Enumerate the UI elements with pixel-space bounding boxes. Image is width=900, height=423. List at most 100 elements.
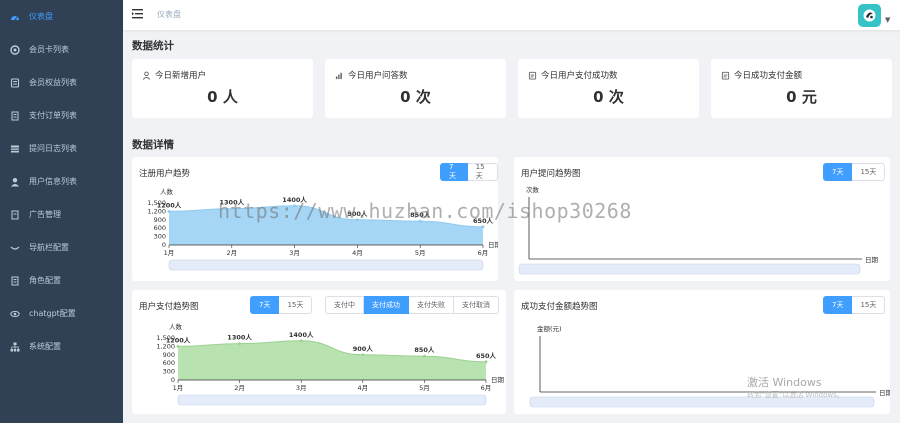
x-tick-label: 2月 xyxy=(234,384,245,392)
stat-value: 0 次 xyxy=(400,88,431,106)
sidebar-item[interactable]: 会员卡列表 xyxy=(0,33,123,66)
data-label: 850人 xyxy=(414,345,435,354)
register-trend-chart: 人数03006009001,2001,5001月 2月 3月 4月 5月 6月日期1200… xyxy=(147,187,498,271)
y-tick-label: 900 xyxy=(154,216,166,224)
sidebar-item-label: 提问日志列表 xyxy=(29,144,77,153)
y-tick-label: 600 xyxy=(154,224,166,232)
data-label: 1300人 xyxy=(220,198,245,207)
data-label: 900人 xyxy=(347,209,368,218)
y-tick-label: 900 xyxy=(163,351,175,359)
y-axis-label: 人数 xyxy=(160,187,174,196)
role-icon xyxy=(10,276,20,286)
x-tick-label: 1月 xyxy=(164,249,175,257)
data-point xyxy=(361,353,365,357)
hamburger-icon[interactable] xyxy=(132,8,144,20)
stat-label: 今日用户支付成功数 xyxy=(528,69,618,81)
data-label: 1400人 xyxy=(282,195,307,204)
x-axis-label: 日期 xyxy=(879,389,890,397)
sidebar: 仪表盘会员卡列表会员权益列表支付订单列表提问日志列表 用户信息列表 广告管理导航栏配… xyxy=(0,0,123,423)
sidebar-item[interactable]: 用户信息列表 xyxy=(0,165,123,198)
x-tick-label: 5月 xyxy=(415,249,426,257)
x-tick-label: 5月 xyxy=(419,384,430,392)
data-zoom-slider[interactable] xyxy=(518,263,861,275)
x-tick-label: 2月 xyxy=(226,249,237,257)
stat-label-text: 今日用户问答数 xyxy=(348,71,408,81)
nav-icon xyxy=(10,243,20,253)
ad-icon xyxy=(10,210,20,220)
stat-label: 今日成功支付金额 xyxy=(721,69,802,81)
sidebar-item[interactable]: 广告管理 xyxy=(0,198,123,231)
x-tick-label: 4月 xyxy=(357,384,368,392)
windows-activation-title: 激活 Windows xyxy=(747,376,822,389)
x-tick-label: 6月 xyxy=(481,384,492,392)
sidebar-item-label: 导航栏配置 xyxy=(29,243,69,252)
windows-activation-hint: 转到“设置”以激活 Windows。 xyxy=(747,391,844,399)
sidebar-item[interactable]: 仪表盘 xyxy=(0,0,123,33)
sidebar-item-label: 系统配置 xyxy=(29,342,61,351)
data-point xyxy=(423,354,426,358)
data-point xyxy=(176,345,180,348)
data-point xyxy=(238,342,241,345)
data-point xyxy=(356,218,359,222)
data-point xyxy=(484,360,488,364)
y-tick-label: 0 xyxy=(171,376,175,384)
data-point xyxy=(481,225,485,229)
rights-icon xyxy=(10,77,20,88)
data-label: 1400人 xyxy=(289,330,314,339)
sidebar-item-label: 会员卡列表 xyxy=(29,45,69,54)
avatar[interactable] xyxy=(858,4,881,27)
data-label: 1200人 xyxy=(166,335,191,344)
card-icon xyxy=(10,44,20,55)
register-trend-panel: 注册用户趋势 7天 15天 人数 0 300 600 900 1,200 1,500 1月 2月… xyxy=(132,157,498,281)
series-area xyxy=(169,205,483,245)
sidebar-item[interactable]: 会员权益列表 xyxy=(0,66,123,99)
user-icon xyxy=(10,177,20,187)
stat-label-text: 今日用户支付成功数 xyxy=(541,71,618,81)
stat-label: 今日用户问答数 xyxy=(335,69,408,81)
sidebar-item-label: 会员权益列表 xyxy=(29,78,77,87)
stats-section-title: 数据统计 xyxy=(132,40,174,52)
eye-icon xyxy=(10,309,20,319)
signal-icon xyxy=(335,72,342,79)
x-axis-label: 日期 xyxy=(865,256,879,264)
calendar-icon xyxy=(528,71,537,80)
stat-label-text: 今日新增用户 xyxy=(155,71,207,81)
stat-label: 今日新增用户 xyxy=(142,69,206,81)
sidebar-item-label: 广告管理 xyxy=(29,210,61,219)
data-label: 1200人 xyxy=(157,200,182,209)
sidebar-item-label: 角色配置 xyxy=(29,276,61,285)
tree-icon xyxy=(10,342,20,352)
ask-trend-panel: 用户提问趋势图 7天 15天 次数 日期 xyxy=(514,157,890,281)
sidebar-item[interactable]: 提问日志列表 xyxy=(0,132,123,165)
data-label: 650人 xyxy=(476,351,497,360)
sidebar-item-label: 用户信息列表 xyxy=(29,177,77,186)
sidebar-item[interactable]: chatgpt配置 xyxy=(0,297,123,330)
sidebar-item[interactable]: 支付订单列表 xyxy=(0,99,123,132)
data-zoom-slider[interactable] xyxy=(177,394,487,406)
x-tick-label: 1月 xyxy=(173,384,184,392)
sidebar-item-label: chatgpt配置 xyxy=(29,309,76,318)
dashboard-icon xyxy=(10,12,20,22)
data-label: 850人 xyxy=(410,210,431,219)
x-tick-label: 3月 xyxy=(296,384,307,392)
x-tick-label: 3月 xyxy=(289,249,300,257)
caret-down-icon[interactable]: ▼ xyxy=(885,16,890,24)
data-label: 650人 xyxy=(473,216,494,225)
calendar-icon xyxy=(721,71,730,80)
y-axis-label: 金额(元) xyxy=(537,324,562,333)
sidebar-item[interactable]: 角色配置 xyxy=(0,264,123,297)
stat-label-text: 今日成功支付金额 xyxy=(734,71,803,81)
sidebar-item[interactable]: 系统配置 xyxy=(0,330,123,363)
top-navbar: 仪表盘 ▼ xyxy=(123,0,900,30)
details-section-title: 数据详情 xyxy=(132,139,174,151)
x-axis-label: 日期 xyxy=(491,376,505,384)
data-point xyxy=(230,207,234,210)
y-tick-label: 600 xyxy=(163,359,175,367)
sidebar-item[interactable]: 导航栏配置 xyxy=(0,231,123,264)
sidebar-menu: 仪表盘会员卡列表会员权益列表支付订单列表提问日志列表 用户信息列表 广告管理导航栏配… xyxy=(0,0,123,363)
stat-value: 0 次 xyxy=(593,88,624,106)
data-zoom-slider[interactable] xyxy=(168,259,484,271)
avatar-logo-icon xyxy=(863,9,876,22)
stat-value: 0 元 xyxy=(786,88,817,106)
stat-card: 今日用户支付成功数 0 次 xyxy=(518,59,699,118)
